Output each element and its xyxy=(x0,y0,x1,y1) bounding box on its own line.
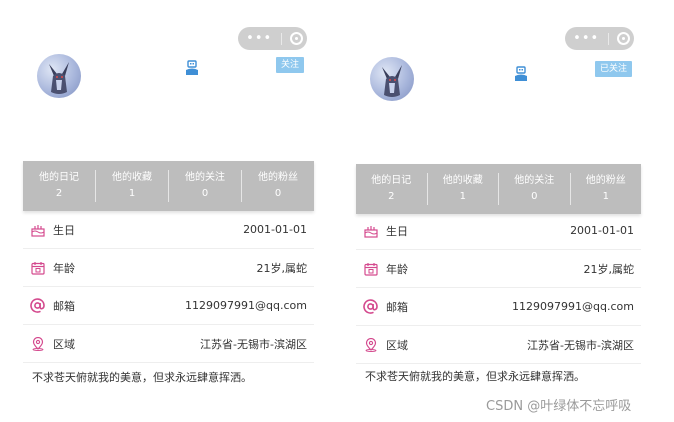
stat-following[interactable]: 他的关注 0 xyxy=(169,170,242,202)
stat-followers[interactable]: 他的粉丝 1 xyxy=(571,173,642,205)
mini-program-capsule: ••• xyxy=(238,27,307,50)
followed-button[interactable]: 已关注 xyxy=(594,61,632,77)
avatar-character-icon xyxy=(49,62,69,94)
more-icon[interactable]: ••• xyxy=(573,32,599,45)
info-row-birthday: 生日 2001-01-01 xyxy=(356,212,641,250)
info-label: 生日 xyxy=(53,223,75,237)
info-list: 生日 2001-01-01 年龄 21岁,属蛇 邮箱 1129097991@qq… xyxy=(356,212,641,364)
info-row-region: 区域 江苏省-无锡市-滨湖区 xyxy=(23,325,314,363)
info-list: 生日 2001-01-01 年龄 21岁,属蛇 邮箱 1129097991@qq… xyxy=(23,211,314,363)
stat-count: 0 xyxy=(201,188,209,199)
info-label: 邮箱 xyxy=(53,299,75,313)
stat-diary[interactable]: 他的日记 2 xyxy=(356,173,428,205)
info-value: 2001-01-01 xyxy=(243,223,307,236)
stat-count: 0 xyxy=(531,191,538,202)
info-label: 生日 xyxy=(386,224,408,238)
info-value: 1129097991@qq.com xyxy=(185,299,307,312)
cake-icon xyxy=(30,222,45,237)
info-label: 年龄 xyxy=(53,261,75,275)
male-gender-icon xyxy=(514,66,528,82)
motto-text: 不求苍天俯就我的美意，但求永远肆意挥洒。 xyxy=(365,370,585,383)
male-gender-icon xyxy=(185,60,199,76)
follow-button[interactable]: 关注 xyxy=(275,57,304,73)
stat-label: 他的日记 xyxy=(371,175,412,186)
calendar-icon xyxy=(363,261,378,276)
stat-count: 1 xyxy=(459,191,466,202)
info-label: 区域 xyxy=(53,337,75,351)
at-icon xyxy=(30,298,45,313)
stat-label: 他的粉丝 xyxy=(585,175,626,186)
csdn-watermark: CSDN @叶绿体不忘呼吸 xyxy=(486,399,632,414)
stat-count: 0 xyxy=(274,188,282,199)
location-icon xyxy=(30,336,45,351)
info-row-age: 年龄 21岁,属蛇 xyxy=(356,250,641,288)
info-value: 江苏省-无锡市-滨湖区 xyxy=(527,338,634,352)
stat-count: 2 xyxy=(388,191,395,202)
info-row-email: 邮箱 1129097991@qq.com xyxy=(23,287,314,325)
info-value: 21岁,属蛇 xyxy=(583,262,635,276)
info-row-email: 邮箱 1129097991@qq.com xyxy=(356,288,641,326)
stat-count: 2 xyxy=(55,188,63,199)
close-circle-icon[interactable] xyxy=(289,32,303,45)
info-value: 2001-01-01 xyxy=(570,224,634,237)
stat-label: 他的日记 xyxy=(39,172,79,183)
stat-favorites[interactable]: 他的收藏 1 xyxy=(428,173,499,205)
info-row-birthday: 生日 2001-01-01 xyxy=(23,211,314,249)
avatar[interactable] xyxy=(37,54,81,98)
stat-favorites[interactable]: 他的收藏 1 xyxy=(96,170,169,202)
info-label: 区域 xyxy=(386,338,408,352)
capsule-divider xyxy=(280,32,282,45)
stat-label: 他的关注 xyxy=(514,175,555,186)
location-icon xyxy=(363,337,378,352)
stat-diary[interactable]: 他的日记 2 xyxy=(23,170,96,202)
stat-following[interactable]: 他的关注 0 xyxy=(499,173,571,205)
motto-text: 不求苍天俯就我的美意，但求永远肆意挥洒。 xyxy=(32,371,252,384)
info-label: 年龄 xyxy=(386,262,408,276)
info-label: 邮箱 xyxy=(386,300,408,314)
info-row-age: 年龄 21岁,属蛇 xyxy=(23,249,314,287)
at-icon xyxy=(363,299,378,314)
info-value: 江苏省-无锡市-滨湖区 xyxy=(200,337,307,351)
capsule-divider xyxy=(607,32,609,45)
stat-count: 1 xyxy=(602,191,609,202)
avatar[interactable] xyxy=(370,57,414,101)
mini-program-capsule: ••• xyxy=(565,27,634,50)
stat-count: 1 xyxy=(128,188,136,199)
stats-bar: 他的日记 2 他的收藏 1 他的关注 0 他的粉丝 1 xyxy=(356,164,641,214)
avatar-character-icon xyxy=(382,65,402,97)
stat-label: 他的收藏 xyxy=(442,175,483,186)
info-value: 21岁,属蛇 xyxy=(256,261,308,275)
stat-label: 他的收藏 xyxy=(112,172,152,183)
stat-followers[interactable]: 他的粉丝 0 xyxy=(242,170,314,202)
stats-bar: 他的日记 2 他的收藏 1 他的关注 0 他的粉丝 0 xyxy=(23,161,314,211)
cake-icon xyxy=(363,223,378,238)
info-value: 1129097991@qq.com xyxy=(512,300,634,313)
close-circle-icon[interactable] xyxy=(616,32,630,45)
more-icon[interactable]: ••• xyxy=(246,32,272,45)
info-row-region: 区域 江苏省-无锡市-滨湖区 xyxy=(356,326,641,364)
calendar-icon xyxy=(30,260,45,275)
stat-label: 他的粉丝 xyxy=(258,172,298,183)
stat-label: 他的关注 xyxy=(185,172,225,183)
